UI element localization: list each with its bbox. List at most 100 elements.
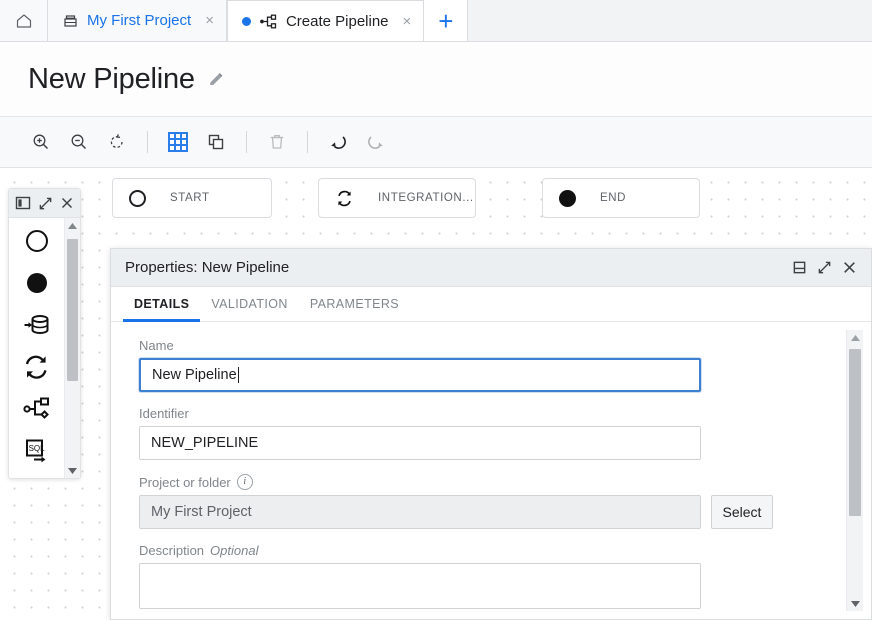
palette-body: SQL [9, 218, 80, 478]
properties-panel[interactable]: Properties: New Pipeline [110, 248, 872, 620]
scroll-down-arrow-icon[interactable] [67, 463, 78, 478]
page-title-bar: New Pipeline [0, 42, 872, 117]
new-tab-button[interactable]: + [424, 0, 468, 41]
identifier-label: Identifier [139, 406, 846, 421]
undo-button[interactable] [321, 125, 355, 159]
description-label: Description Optional [139, 543, 846, 558]
project-label: Project or folder i [139, 474, 846, 490]
tab-label: VALIDATION [211, 297, 287, 311]
node-label: END [600, 192, 626, 204]
properties-header-icons [792, 260, 857, 275]
properties-header: Properties: New Pipeline [111, 249, 871, 287]
circle-outline-icon [129, 190, 146, 207]
scrollbar-thumb[interactable] [849, 349, 861, 516]
scrollbar-thumb[interactable] [67, 239, 78, 381]
properties-title: Properties: New Pipeline [125, 259, 792, 276]
identifier-input[interactable]: NEW_PIPELINE [139, 426, 701, 460]
canvas-node-integration[interactable]: INTEGRATION... [318, 178, 476, 218]
project-label-text: Project or folder [139, 475, 231, 490]
description-optional-text: Optional [210, 543, 258, 558]
identifier-input-value: NEW_PIPELINE [151, 435, 258, 451]
scroll-up-arrow-icon[interactable] [67, 218, 78, 233]
tab-details[interactable]: DETAILS [123, 287, 200, 321]
info-icon[interactable]: i [237, 474, 253, 490]
zoom-out-icon [69, 132, 89, 152]
name-input[interactable]: New Pipeline [139, 358, 701, 392]
unsaved-dot-icon [242, 17, 251, 26]
zoom-in-icon [31, 132, 51, 152]
zoom-in-button[interactable] [24, 125, 58, 159]
minimize-icon[interactable] [792, 260, 807, 275]
tab-label: My First Project [87, 12, 191, 29]
reset-zoom-icon [107, 132, 127, 152]
palette-scrollbar[interactable] [64, 218, 80, 478]
palette-item-flow-branch[interactable] [17, 392, 57, 425]
node-label: INTEGRATION... [378, 192, 474, 204]
zoom-out-button[interactable] [62, 125, 96, 159]
toolbar-separator [246, 131, 247, 153]
scroll-up-arrow-icon[interactable] [850, 330, 861, 345]
delete-button[interactable] [260, 125, 294, 159]
redo-button[interactable] [359, 125, 393, 159]
copy-icon [206, 132, 226, 152]
palette-item-start-circle[interactable] [17, 224, 57, 257]
close-icon[interactable] [842, 260, 857, 275]
text-caret [238, 367, 239, 383]
tab-validation[interactable]: VALIDATION [200, 287, 298, 321]
properties-body: Name New Pipeline Identifier NEW_PIPELIN… [111, 322, 871, 619]
canvas-node-start[interactable]: START [112, 178, 272, 218]
palette-item-sql-script[interactable]: SQL [17, 434, 57, 467]
home-tab-button[interactable] [0, 0, 48, 41]
toggle-grid-button[interactable] [161, 125, 195, 159]
start-circle-icon [24, 228, 50, 254]
details-form: Name New Pipeline Identifier NEW_PIPELIN… [111, 322, 846, 619]
canvas-node-end[interactable]: END [542, 178, 700, 218]
tab-parameters[interactable]: PARAMETERS [299, 287, 410, 321]
scrollbar-track[interactable] [65, 233, 80, 463]
scrollbar-track[interactable] [847, 345, 863, 596]
node-label: START [170, 192, 210, 204]
split-panel-icon[interactable] [15, 195, 31, 211]
reset-zoom-button[interactable] [100, 125, 134, 159]
copy-button[interactable] [199, 125, 233, 159]
page-title: New Pipeline [28, 63, 195, 96]
select-project-button[interactable]: Select [711, 495, 773, 529]
tab-close-icon[interactable]: × [203, 13, 216, 28]
name-label: Name [139, 338, 846, 353]
svg-text:SQL: SQL [28, 444, 45, 453]
pencil-icon[interactable] [207, 70, 226, 89]
palette-item-integration-sync[interactable] [17, 350, 57, 383]
plus-icon: + [438, 8, 453, 34]
expand-icon[interactable] [817, 260, 832, 275]
pipeline-flow-icon [259, 13, 278, 30]
expand-icon[interactable] [38, 196, 53, 211]
delete-icon [267, 132, 287, 152]
toolbar-separator [147, 131, 148, 153]
redo-icon [365, 132, 387, 152]
tab-create-pipeline[interactable]: Create Pipeline × [227, 0, 424, 41]
description-textarea[interactable] [139, 563, 701, 609]
flow-branch-icon [23, 396, 51, 422]
pipeline-canvas[interactable]: START INTEGRATION... END [0, 168, 872, 620]
palette-item-list: SQL [9, 218, 64, 478]
circle-filled-icon [559, 190, 576, 207]
tab-label: PARAMETERS [310, 297, 399, 311]
palette-item-data-load[interactable] [17, 308, 57, 341]
name-input-value: New Pipeline [152, 367, 237, 383]
tab-label: DETAILS [134, 297, 189, 311]
end-circle-filled-icon [24, 270, 50, 296]
properties-scrollbar[interactable] [846, 330, 863, 611]
tab-bar: My First Project × Create Pipeline × + [0, 0, 872, 42]
properties-tabs: DETAILS VALIDATION PARAMETERS [111, 287, 871, 322]
palette-item-end-circle[interactable] [17, 266, 57, 299]
tab-label: Create Pipeline [286, 13, 389, 30]
home-icon [14, 11, 34, 31]
toolbar-separator [307, 131, 308, 153]
tab-my-first-project[interactable]: My First Project × [48, 0, 227, 41]
project-row: My First Project Select [139, 495, 846, 543]
tab-close-icon[interactable]: × [401, 14, 414, 29]
scroll-down-arrow-icon[interactable] [850, 596, 861, 611]
close-icon[interactable] [60, 196, 74, 210]
shape-palette[interactable]: SQL [8, 188, 81, 479]
project-input-value: My First Project [151, 504, 252, 520]
